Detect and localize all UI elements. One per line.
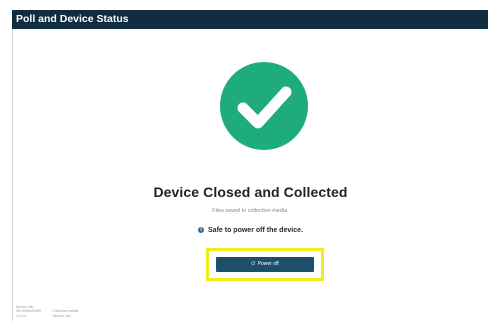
highlight-box: ⏻ Power off bbox=[206, 248, 324, 281]
footer-info: Device Info SN 0000000000 v 1.0.0 Collec… bbox=[16, 305, 88, 319]
footer-left: Device Info SN 0000000000 v 1.0.0 bbox=[16, 305, 41, 319]
footer-right: Collection media Version info bbox=[52, 309, 78, 318]
info-icon: i bbox=[198, 227, 205, 234]
footer-left-line: v 1.0.0 bbox=[16, 313, 27, 318]
power-off-label: Power off bbox=[257, 261, 279, 267]
safe-message: i Safe to power off the device. bbox=[13, 227, 488, 234]
poll-device-status-window: Poll and Device Status Device Closed and… bbox=[12, 10, 488, 321]
status-subtext: Files saved to collection media. bbox=[212, 208, 289, 214]
status-heading: Device Closed and Collected bbox=[153, 184, 348, 200]
safe-message-text: Safe to power off the device. bbox=[208, 227, 303, 234]
power-off-button[interactable]: ⏻ Power off bbox=[216, 257, 314, 272]
window-title: Poll and Device Status bbox=[12, 10, 488, 29]
power-icon: ⏻ bbox=[251, 261, 256, 267]
footer-left-line: SN 0000000000 bbox=[16, 309, 42, 313]
footer-right-line: Version info bbox=[52, 313, 71, 318]
footer-right-line: Collection media bbox=[52, 309, 79, 313]
success-check-icon bbox=[220, 62, 308, 150]
status-panel: Device Closed and Collected Files saved … bbox=[12, 29, 488, 321]
